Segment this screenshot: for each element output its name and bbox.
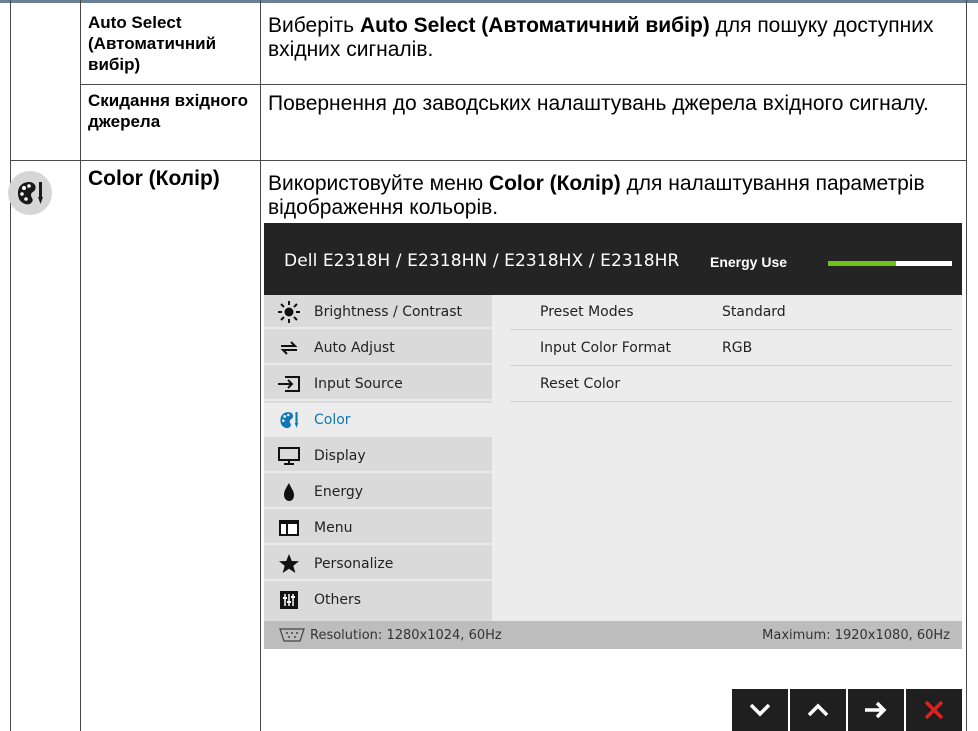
- next-button[interactable]: [848, 689, 904, 731]
- input-source-icon: [276, 373, 302, 395]
- menu-item-personalize[interactable]: Personalize: [264, 547, 492, 581]
- star-icon: [276, 553, 302, 575]
- osd-settings-panel: Preset Modes Standard Input Color Format…: [492, 295, 962, 621]
- table-border: [10, 0, 11, 160]
- osd-footer: Resolution: 1280x1024, 60Hz Maximum: 192…: [264, 621, 962, 649]
- resolution-text: Resolution: 1280x1024, 60Hz: [310, 628, 502, 643]
- osd-header: Dell E2318H / E2318HN / E2318HX / E2318H…: [264, 223, 962, 295]
- energy-use-label: Energy Use: [710, 254, 788, 270]
- up-button[interactable]: [790, 689, 846, 731]
- osd-screenshot: Dell E2318H / E2318HN / E2318HX / E2318H…: [264, 223, 962, 649]
- others-icon: [276, 589, 302, 611]
- menu-item-input-source[interactable]: Input Source: [264, 367, 492, 401]
- exit-button[interactable]: [906, 689, 962, 731]
- menu-item-display[interactable]: Display: [264, 439, 492, 473]
- energy-icon: [276, 481, 302, 503]
- sun-icon: [276, 301, 302, 323]
- down-arrow-icon: [749, 703, 771, 717]
- menu-item-energy[interactable]: Energy: [264, 475, 492, 509]
- right-arrow-icon: [865, 701, 887, 719]
- term-auto-select: Auto Select (Автоматичний вибір): [88, 13, 217, 74]
- color-palette-icon: [8, 171, 52, 215]
- setting-input-color-format[interactable]: Input Color Format RGB: [510, 331, 952, 366]
- energy-use-fill: [828, 261, 897, 266]
- close-icon: [924, 700, 944, 720]
- table-border: [80, 0, 81, 731]
- desc-color: Використовуйте меню Color (Колір) для на…: [268, 172, 925, 219]
- menu-item-auto-adjust[interactable]: Auto Adjust: [264, 331, 492, 365]
- term-color: Color (Колір): [88, 167, 220, 190]
- color-palette-icon: [276, 409, 302, 431]
- down-button[interactable]: [732, 689, 788, 731]
- setting-preset-modes[interactable]: Preset Modes Standard: [510, 295, 952, 330]
- desc-reset-input: Повернення до заводських налаштувань дже…: [268, 92, 929, 115]
- up-arrow-icon: [807, 703, 829, 717]
- top-strip: [0, 0, 978, 3]
- maximum-resolution-text: Maximum: 1920x1080, 60Hz: [762, 628, 950, 643]
- menu-item-brightness-contrast[interactable]: Brightness / Contrast: [264, 295, 492, 329]
- menu-item-color[interactable]: Color: [264, 403, 492, 437]
- desc-auto-select: Виберіть Auto Select (Автоматичний вибір…: [268, 14, 934, 61]
- energy-use-bar: [828, 261, 952, 266]
- setting-reset-color[interactable]: Reset Color: [510, 367, 952, 402]
- vga-connector-icon: [278, 628, 306, 646]
- term-reset-input: Скидання вхідного джерела: [88, 91, 248, 131]
- auto-adjust-icon: [276, 337, 302, 359]
- osd-button-bar: [730, 689, 962, 731]
- menu-window-icon: [276, 517, 302, 539]
- table-border: [966, 0, 967, 731]
- monitor-icon: [276, 445, 302, 467]
- menu-item-others[interactable]: Others: [264, 583, 492, 617]
- table-border: [80, 84, 966, 85]
- menu-item-menu[interactable]: Menu: [264, 511, 492, 545]
- table-border: [10, 160, 11, 731]
- table-border: [10, 160, 966, 161]
- table-border: [260, 0, 261, 731]
- osd-model-title: Dell E2318H / E2318HN / E2318HX / E2318H…: [284, 251, 680, 271]
- osd-menu: Brightness / Contrast Auto Adjust Input …: [264, 295, 492, 621]
